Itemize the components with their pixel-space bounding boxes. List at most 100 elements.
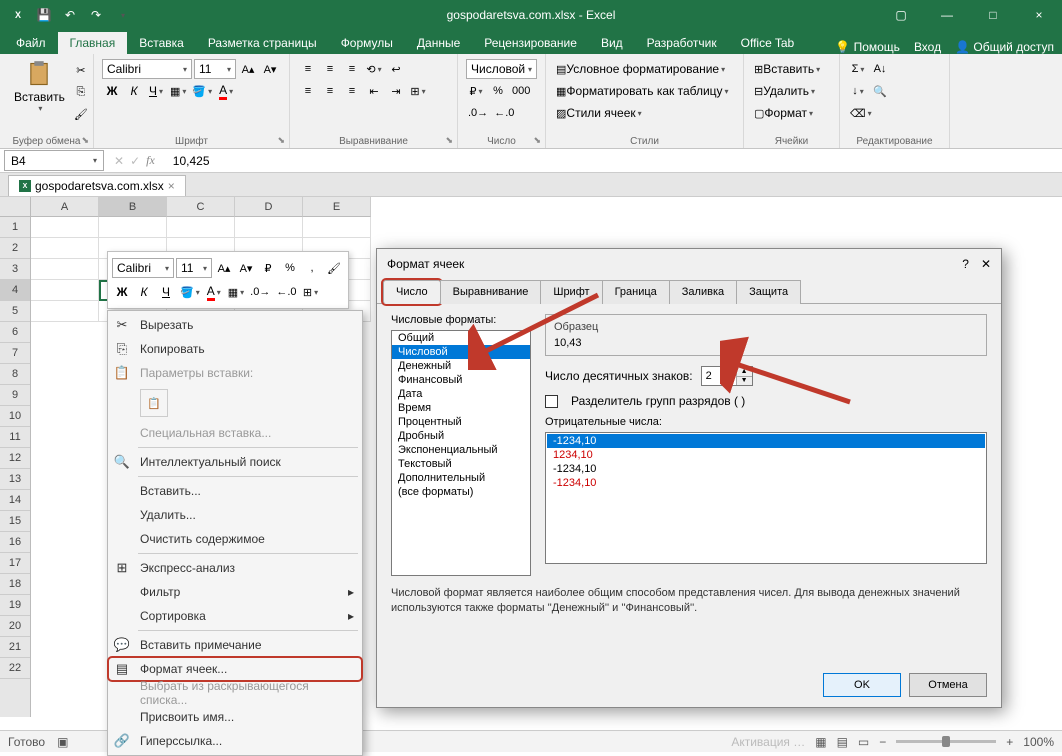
close-button[interactable]: × <box>1016 0 1062 30</box>
view-page-break-icon[interactable]: ▭ <box>858 735 869 749</box>
undo-icon[interactable]: ↶ <box>58 3 82 27</box>
percent-icon[interactable]: % <box>488 81 508 101</box>
category-list[interactable]: Общий Числовой Денежный Финансовый Дата … <box>391 330 531 576</box>
font-color-icon[interactable]: A▾ <box>216 81 236 101</box>
ribbon-options-icon[interactable]: ▢ <box>878 0 924 30</box>
dialog-close-icon[interactable]: ✕ <box>981 257 991 271</box>
row-header[interactable]: 18 <box>0 574 30 595</box>
align-right-icon[interactable]: ≡ <box>342 81 362 101</box>
name-box[interactable]: B4▾ <box>4 150 104 171</box>
mini-font-color-icon[interactable]: A▾ <box>204 282 224 302</box>
mini-font-combo[interactable]: Calibri▾ <box>112 258 174 278</box>
align-center-icon[interactable]: ≡ <box>320 81 340 101</box>
copy-icon[interactable]: ⎘ <box>71 82 91 102</box>
menu-delete[interactable]: Удалить... <box>108 503 362 527</box>
menu-copy[interactable]: ⎘Копировать <box>108 337 362 361</box>
menu-clear-contents[interactable]: Очистить содержимое <box>108 527 362 551</box>
row-header[interactable]: 4 <box>0 280 30 301</box>
mini-inc-decimal-icon[interactable]: .0→ <box>248 282 272 302</box>
row-header[interactable]: 17 <box>0 553 30 574</box>
clipboard-launcher-icon[interactable]: ⬊ <box>81 135 89 146</box>
decrease-decimal-icon[interactable]: ←.0 <box>492 103 516 123</box>
dialog-help-icon[interactable]: ? <box>962 257 969 271</box>
col-header[interactable]: C <box>167 197 235 217</box>
zoom-slider[interactable] <box>896 740 996 743</box>
align-top-icon[interactable]: ≡ <box>298 59 318 79</box>
cancel-button[interactable]: Отмена <box>909 673 987 697</box>
row-header[interactable]: 12 <box>0 448 30 469</box>
menu-paste-special[interactable]: Специальная вставка... <box>108 421 362 445</box>
cancel-formula-icon[interactable]: ✕ <box>114 154 124 168</box>
macro-record-icon[interactable]: ▣ <box>57 735 68 749</box>
menu-sort[interactable]: Сортировка▸ <box>108 604 362 628</box>
tab-data[interactable]: Данные <box>405 32 472 54</box>
format-painter-icon[interactable]: 🖌 <box>71 104 91 124</box>
alignment-launcher-icon[interactable]: ⬊ <box>445 135 453 146</box>
menu-filter[interactable]: Фильтр▸ <box>108 580 362 604</box>
tab-page-layout[interactable]: Разметка страницы <box>196 32 329 54</box>
col-header[interactable]: D <box>235 197 303 217</box>
mini-bold-button[interactable]: Ж <box>112 282 132 302</box>
menu-quick-analysis[interactable]: ⊞Экспресс-анализ <box>108 556 362 580</box>
mini-percent-icon[interactable]: % <box>280 258 300 278</box>
tab-office-tab[interactable]: Office Tab <box>729 32 807 54</box>
tab-formulas[interactable]: Формулы <box>329 32 405 54</box>
cat-currency[interactable]: Денежный <box>392 359 530 373</box>
formula-input[interactable]: 10,425 <box>161 154 210 168</box>
dialog-tab-protection[interactable]: Защита <box>736 280 801 304</box>
row-header[interactable]: 19 <box>0 595 30 616</box>
orientation-icon[interactable]: ⟲▾ <box>364 59 384 79</box>
bold-button[interactable]: Ж <box>102 81 122 101</box>
currency-icon[interactable]: ₽▾ <box>466 81 486 101</box>
menu-pick-from-list[interactable]: Выбрать из раскрывающегося списка... <box>108 681 362 705</box>
share-button[interactable]: 👤 Общий доступ <box>955 40 1054 54</box>
cat-text[interactable]: Текстовый <box>392 457 530 471</box>
view-normal-icon[interactable]: ▦ <box>815 735 826 749</box>
paste-button[interactable]: Вставить▾ <box>8 58 71 124</box>
format-as-table-button[interactable]: ▦ Форматировать как таблицу▾ <box>554 81 731 101</box>
qat-customize-icon[interactable]: ▾ <box>110 3 134 27</box>
paste-option-icon[interactable]: 📋 <box>140 389 168 417</box>
cat-scientific[interactable]: Экспоненциальный <box>392 443 530 457</box>
col-header[interactable]: B <box>99 197 167 217</box>
cat-accounting[interactable]: Финансовый <box>392 373 530 387</box>
cell-styles-button[interactable]: ▨ Стили ячеек▾ <box>554 103 644 123</box>
dialog-tab-border[interactable]: Граница <box>602 280 670 304</box>
mini-borders-icon[interactable]: ▦▾ <box>226 282 246 302</box>
tab-home[interactable]: Главная <box>58 32 128 54</box>
cat-percentage[interactable]: Процентный <box>392 415 530 429</box>
tab-insert[interactable]: Вставка <box>127 32 196 54</box>
cut-icon[interactable]: ✂ <box>71 60 91 80</box>
mini-currency-icon[interactable]: ₽ <box>258 258 278 278</box>
view-page-layout-icon[interactable]: ▤ <box>837 735 848 749</box>
tab-view[interactable]: Вид <box>589 32 635 54</box>
clear-icon[interactable]: ⌫▾ <box>848 103 874 123</box>
fx-icon[interactable]: fx <box>146 153 155 168</box>
align-middle-icon[interactable]: ≡ <box>320 59 340 79</box>
row-header[interactable]: 1 <box>0 217 30 238</box>
neg-option[interactable]: -1234,10 <box>547 462 985 476</box>
mini-shrink-font-icon[interactable]: A▾ <box>236 258 256 278</box>
menu-hyperlink[interactable]: 🔗Гиперссылка... <box>108 729 362 753</box>
zoom-out-icon[interactable]: − <box>879 735 886 749</box>
tell-me[interactable]: 💡 Помощь <box>835 40 900 54</box>
dialog-tab-fill[interactable]: Заливка <box>669 280 737 304</box>
thousands-separator-checkbox[interactable] <box>545 395 558 408</box>
indent-decrease-icon[interactable]: ⇤ <box>364 81 384 101</box>
indent-increase-icon[interactable]: ⇥ <box>386 81 406 101</box>
menu-insert-comment[interactable]: 💬Вставить примечание <box>108 633 362 657</box>
row-header[interactable]: 6 <box>0 322 30 343</box>
spinner-down-icon[interactable]: ▼ <box>737 377 752 386</box>
row-header[interactable]: 2 <box>0 238 30 259</box>
neg-option[interactable]: 1234,10 <box>547 448 985 462</box>
row-header[interactable]: 3 <box>0 259 30 280</box>
comma-icon[interactable]: 000 <box>510 81 532 101</box>
font-launcher-icon[interactable]: ⬊ <box>277 135 285 146</box>
cat-custom[interactable]: (все форматы) <box>392 485 530 499</box>
format-cells-button[interactable]: ▢ Формат▾ <box>752 103 815 123</box>
mini-merge-icon[interactable]: ⊞▾ <box>301 282 321 302</box>
row-header[interactable]: 9 <box>0 385 30 406</box>
borders-icon[interactable]: ▦▾ <box>168 81 188 101</box>
ok-button[interactable]: OK <box>823 673 901 697</box>
select-all-corner[interactable] <box>0 197 30 217</box>
